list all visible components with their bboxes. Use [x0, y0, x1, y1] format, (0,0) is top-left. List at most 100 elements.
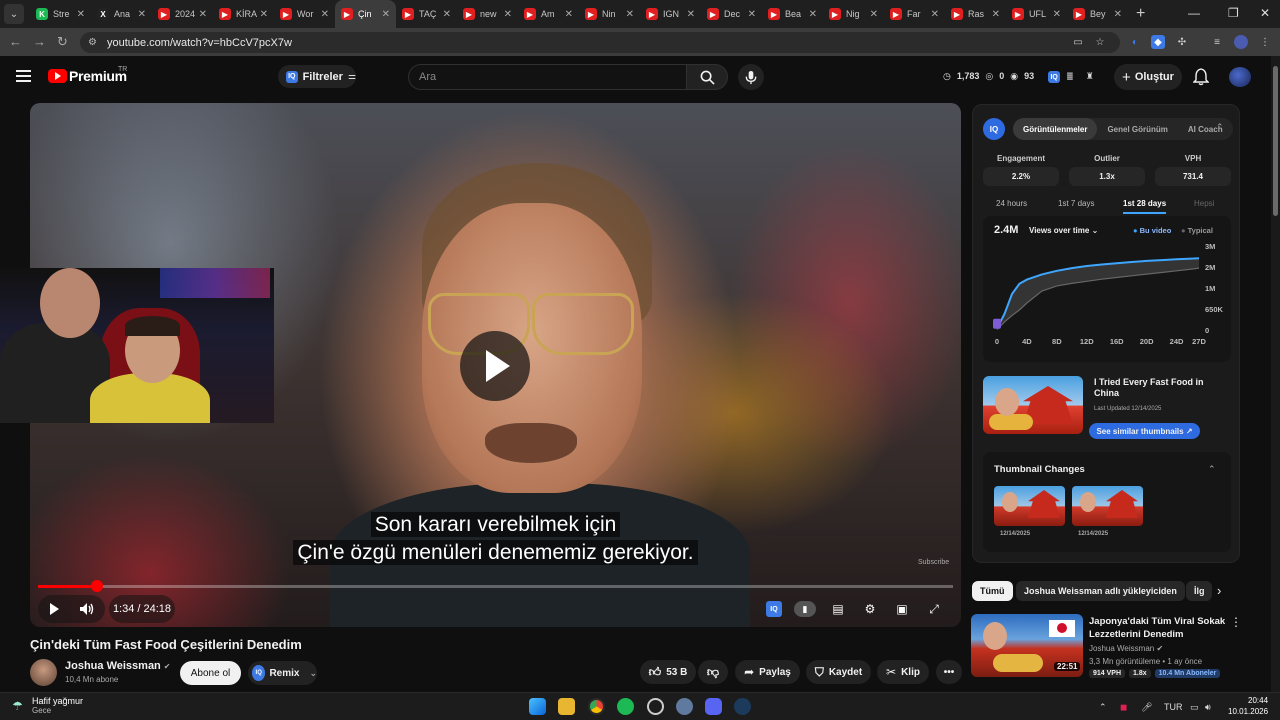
weather-widget[interactable]: ☂ Hafif yağmur Gece	[12, 696, 83, 715]
discord-icon[interactable]	[705, 698, 722, 715]
bookmark-star-icon[interactable]: ☆	[1093, 35, 1107, 49]
browser-tab[interactable]: ▶ Bey ✕	[1067, 0, 1128, 28]
thumbnail-change-1[interactable]	[994, 486, 1065, 526]
chip-all[interactable]: Tümü	[972, 581, 1013, 601]
hamburger-menu-icon[interactable]	[16, 70, 31, 82]
tab-close-icon[interactable]: ✕	[809, 9, 817, 20]
restore-button[interactable]: ❐	[1228, 6, 1239, 20]
steam-icon[interactable]	[734, 698, 751, 715]
volume-icon[interactable]	[79, 602, 95, 616]
like-button[interactable]: 👍︎ 53 B	[640, 660, 696, 684]
thumbnail-image[interactable]	[983, 376, 1083, 434]
range-tab[interactable]: 1st 7 days	[1058, 199, 1094, 208]
openai-icon[interactable]	[647, 698, 664, 715]
chart-mode-dropdown[interactable]: Views over time ⌄	[1029, 226, 1098, 235]
remix-button[interactable]: IQ Remix ⌄	[248, 661, 317, 685]
tab-close-icon[interactable]: ✕	[1053, 9, 1061, 20]
miniplayer-icon[interactable]: ▣	[894, 601, 910, 617]
tab-close-icon[interactable]: ✕	[565, 9, 573, 20]
chip-related[interactable]: İlg	[1186, 581, 1212, 601]
tab-close-icon[interactable]: ✕	[382, 9, 390, 20]
tab-close-icon[interactable]: ✕	[931, 9, 939, 20]
page-scrollbar[interactable]	[1271, 56, 1280, 692]
tray-chevron-icon[interactable]: ⌃	[1099, 702, 1107, 713]
iq-tab[interactable]: Görüntülenmeler	[1013, 118, 1098, 140]
iq-extension-icon[interactable]: IQ	[1048, 71, 1061, 83]
settings-gear-icon[interactable]: ⚙	[862, 601, 878, 617]
browser-tab[interactable]: ▶ TAÇ ✕	[396, 0, 457, 28]
tab-close-icon[interactable]: ✕	[870, 9, 878, 20]
extension-icon[interactable]: ◆	[1151, 35, 1165, 49]
tab-close-icon[interactable]: ✕	[321, 9, 329, 20]
reload-button[interactable]: ↻	[57, 34, 68, 50]
recommended-title[interactable]: Japonya'daki Tüm Viral Sokak Lezzetlerin…	[1089, 615, 1229, 641]
file-explorer-icon[interactable]	[558, 698, 575, 715]
tab-close-icon[interactable]: ✕	[992, 9, 1000, 20]
search-input[interactable]: Ara	[408, 64, 686, 90]
browser-tab[interactable]: ▶ Bea ✕	[762, 0, 823, 28]
autoplay-toggle-icon[interactable]: ▮	[794, 601, 816, 617]
center-play-button[interactable]	[460, 331, 530, 401]
browser-tab[interactable]: ▶ Wor ✕	[274, 0, 335, 28]
tab-close-icon[interactable]: ✕	[748, 9, 756, 20]
progress-bar[interactable]	[38, 580, 953, 592]
notifications-bell-icon[interactable]	[1193, 68, 1209, 86]
chrome-icon[interactable]	[588, 698, 605, 715]
range-tab[interactable]: 1st 28 days	[1123, 199, 1167, 214]
clip-button[interactable]: ✂ Klip	[877, 660, 929, 684]
subscribe-button[interactable]: Abone ol	[180, 661, 241, 685]
browser-tab[interactable]: ▶ Nig ✕	[823, 0, 884, 28]
browser-menu-icon[interactable]: ⋮	[1258, 35, 1272, 49]
share-button[interactable]: ➦ Paylaş	[735, 660, 800, 684]
browser-tab[interactable]: X Ana ✕	[91, 0, 152, 28]
app-icon[interactable]	[676, 698, 693, 715]
chip-from-uploader[interactable]: Joshua Weissman adlı yükleyiciden	[1016, 581, 1185, 601]
scrollbar-thumb[interactable]	[1273, 66, 1278, 216]
channel-avatar[interactable]	[30, 659, 57, 686]
tab-close-icon[interactable]: ✕	[199, 9, 207, 20]
extension-icon[interactable]: ◐	[1128, 35, 1142, 49]
tab-close-icon[interactable]: ✕	[260, 9, 268, 20]
search-button[interactable]	[686, 64, 728, 90]
browser-tab[interactable]: ▶ Am ✕	[518, 0, 579, 28]
forward-button[interactable]: →	[33, 34, 46, 49]
profile-avatar-icon[interactable]	[1234, 35, 1248, 49]
close-window-button[interactable]: ✕	[1260, 6, 1270, 20]
back-button[interactable]: ←	[9, 34, 22, 49]
tab-search-button[interactable]: ⌄	[4, 4, 24, 24]
thumbnail-change-2[interactable]	[1072, 486, 1143, 526]
tab-close-icon[interactable]: ✕	[138, 9, 146, 20]
site-info-icon[interactable]: ⚙	[88, 37, 97, 48]
spotify-icon[interactable]	[617, 698, 634, 715]
see-similar-thumbnails-button[interactable]: See similar thumbnails ↗	[1089, 423, 1200, 439]
tab-close-icon[interactable]: ✕	[1114, 9, 1122, 20]
tab-close-icon[interactable]: ✕	[504, 9, 512, 20]
cast-icon[interactable]: ▭	[1071, 35, 1085, 49]
recommended-channel[interactable]: Joshua Weissman ✔	[1089, 644, 1163, 653]
browser-tab[interactable]: ▶ Nin ✕	[579, 0, 640, 28]
browser-tab[interactable]: K Stre ✕	[30, 0, 91, 28]
reading-list-icon[interactable]: ≡	[1210, 35, 1224, 49]
browser-tab[interactable]: ▶ 2024 ✕	[152, 0, 213, 28]
tab-close-icon[interactable]: ✕	[443, 9, 451, 20]
browser-tab[interactable]: ▶ Dec ✕	[701, 0, 762, 28]
tray-microphone-icon[interactable]: 🎤︎	[1141, 702, 1152, 713]
extensions-puzzle-icon[interactable]: ✣	[1175, 35, 1189, 49]
tab-close-icon[interactable]: ✕	[626, 9, 634, 20]
address-bar[interactable]: ⚙ youtube.com/watch?v=hbCcV7pcX7w	[80, 32, 1120, 53]
tab-close-icon[interactable]: ✕	[687, 9, 695, 20]
range-tab[interactable]: 24 hours	[996, 199, 1027, 208]
trophy-icon[interactable]: ♜	[1086, 71, 1094, 83]
iq-player-icon[interactable]: IQ	[766, 601, 782, 617]
list-icon[interactable]: ≣	[1066, 71, 1074, 83]
subtitles-icon[interactable]: ▤	[830, 601, 846, 617]
channel-name[interactable]: Joshua Weissman ✔	[65, 660, 170, 672]
fullscreen-icon[interactable]: ⤢	[926, 601, 942, 617]
dislike-button[interactable]: 👎︎	[698, 660, 728, 684]
youtube-logo-icon[interactable]	[48, 69, 67, 83]
minimize-button[interactable]: —	[1188, 6, 1200, 20]
network-icon[interactable]: ▭	[1190, 702, 1199, 713]
create-button[interactable]: + Oluştur	[1114, 64, 1182, 90]
browser-tab[interactable]: ▶ KİRA ✕	[213, 0, 274, 28]
language-indicator[interactable]: TUR	[1164, 702, 1183, 712]
